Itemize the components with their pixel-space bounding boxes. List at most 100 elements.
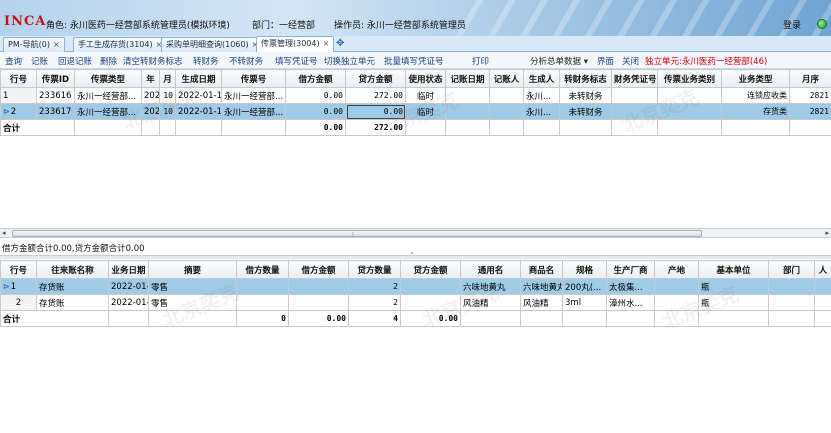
voucher-table: 行号 传票ID 传票类型 年 月 生成日期 传票号 借方金额 贷方金额 使用状态… [0, 69, 831, 136]
col-header[interactable]: 往来账名称 [36, 260, 109, 279]
scroll-left-icon[interactable]: ◂ [2, 229, 6, 237]
close-button[interactable]: 关闭 [622, 55, 639, 67]
generic-name: 六味地黄丸 [460, 278, 521, 295]
spec: 3ml [562, 294, 607, 311]
col-header[interactable]: 传票类型 [74, 69, 142, 88]
tab-purchase-detail[interactable]: 采购单明细查询(1060) × [161, 37, 264, 52]
credit-amount[interactable]: 0.00 [345, 103, 406, 120]
close-icon[interactable]: × [53, 40, 60, 49]
power-icon[interactable] [817, 19, 827, 29]
col-header[interactable]: 贷方金额 [345, 69, 406, 88]
tab-label: 采购单明细查询(1060) [166, 40, 249, 49]
splitter-grip-icon: ˄ [410, 252, 414, 260]
col-header[interactable]: 业务类型 [721, 69, 790, 88]
row-number: 1 [10, 281, 17, 292]
col-header[interactable]: 贷方数量 [348, 260, 401, 279]
spec: 200丸(... [562, 278, 607, 295]
col-header[interactable]: 部门 [768, 260, 815, 279]
total-debit-amount: 0.00 [288, 310, 349, 327]
col-header[interactable]: 使用状态 [405, 69, 446, 88]
post-button[interactable]: 记账 [31, 55, 48, 67]
delete-button[interactable]: 删除 [100, 55, 117, 67]
col-header[interactable]: 记账人 [489, 69, 524, 88]
col-header[interactable]: 月序 [789, 69, 831, 88]
col-header[interactable]: 生成人 [523, 69, 560, 88]
analysis-dropdown[interactable]: 分析总单数据 ▾ [530, 55, 588, 67]
totals-summary: 借方金额合计0.00,贷方金额合计0.00 [2, 244, 145, 254]
col-header[interactable]: 商品名 [520, 260, 563, 279]
revert-post-button[interactable]: 回退记账 [58, 55, 92, 67]
table-row[interactable]: 1 233616 永川一经营部... 2021 10 2022-01-11 永川… [0, 87, 831, 104]
use-status: 临时 [405, 103, 446, 120]
col-header[interactable]: 借方金额 [288, 260, 349, 279]
poster [489, 103, 524, 120]
gen-date: 2022-01-11 [175, 87, 222, 104]
to-finance-button[interactable]: 转财务 [193, 55, 219, 67]
voucher-type: 永川一经营部... [74, 87, 142, 104]
tab-manual-inventory[interactable]: 手工生成存货(3104) × [73, 37, 168, 52]
business-type: 连锁应收类 [721, 87, 790, 104]
login-link[interactable]: 登录 [783, 18, 801, 31]
col-header[interactable]: 业务日期 [108, 260, 149, 279]
debit-qty [236, 278, 289, 295]
query-button[interactable]: 查询 [5, 55, 22, 67]
voucher-category [657, 103, 722, 120]
month: 10 [159, 87, 176, 104]
table-row[interactable]: 2 存货账 2022-01-10 零售 2 风油精 风油精 3ml 漳州水...… [0, 294, 831, 311]
col-header[interactable]: 人 [814, 260, 831, 279]
col-header[interactable]: 通用名 [460, 260, 521, 279]
col-header[interactable]: 传票业务类别 [657, 69, 722, 88]
add-tab-icon[interactable]: ✥ [336, 38, 344, 49]
col-header[interactable]: 行号 [0, 260, 37, 279]
col-header[interactable]: 基本单位 [698, 260, 769, 279]
col-header[interactable]: 规格 [562, 260, 607, 279]
col-header[interactable]: 年 [141, 69, 160, 88]
col-header[interactable]: 财务凭证号 [611, 69, 658, 88]
col-header[interactable]: 转财务标志 [559, 69, 612, 88]
fill-voucher-no-button[interactable]: 填写凭证号 [275, 55, 318, 67]
col-header[interactable]: 借方金额 [285, 69, 346, 88]
clear-finance-flag-button[interactable]: 清空转财务标志 [123, 55, 183, 67]
close-icon[interactable]: × [323, 39, 330, 48]
product-name: 六味地黄丸 [520, 278, 563, 295]
independent-unit-label: 独立单元:永川医药一经营部(46) [645, 57, 768, 67]
origin [654, 278, 699, 295]
finance-flag: 未转财务 [559, 87, 612, 104]
panel-splitter[interactable]: ˄ [0, 252, 831, 260]
tab-pm-nav[interactable]: PM-导航(0) × [3, 37, 65, 52]
col-header[interactable]: 借方数量 [236, 260, 289, 279]
table-row-selected[interactable]: ⊳2 233617 永川一经营部... 2021 10 2022-01-11 永… [0, 103, 831, 120]
chevron-down-icon: ▾ [583, 57, 588, 67]
origin [654, 294, 699, 311]
col-header[interactable]: 传票号 [221, 69, 286, 88]
not-to-finance-button[interactable]: 不转财务 [229, 55, 263, 67]
table-row-selected[interactable]: ⊳1 存货账 2022-01-10 零售 2 六味地黄丸 六味地黄丸 200丸(… [0, 278, 831, 295]
voucher-category [657, 87, 722, 104]
col-header[interactable]: 生成日期 [175, 69, 222, 88]
switch-unit-button[interactable]: 切换独立单元 [324, 55, 375, 67]
scroll-right-icon[interactable]: ▸ [825, 229, 829, 237]
col-header[interactable]: 摘要 [148, 260, 237, 279]
finance-voucher-no [611, 87, 658, 104]
voucher-id: 233617 [36, 103, 75, 120]
col-header[interactable]: 传票ID [36, 69, 75, 88]
total-row: 合计 0 0.00 4 0.00 [0, 310, 831, 327]
col-header[interactable]: 贷方金额 [400, 260, 461, 279]
post-date [445, 87, 490, 104]
print-button[interactable]: 打印 [472, 55, 489, 67]
col-header[interactable]: 行号 [0, 69, 37, 88]
row-number: 2 [0, 294, 37, 311]
tab-voucher-management[interactable]: 传票管理(3004) × [256, 36, 335, 52]
batch-fill-voucher-button[interactable]: 批量填写凭证号 [384, 55, 444, 67]
col-header[interactable]: 月 [159, 69, 176, 88]
department [768, 278, 815, 295]
col-header[interactable]: 生产厂商 [606, 260, 655, 279]
interface-button[interactable]: 界面 [597, 55, 614, 67]
col-header[interactable]: 产地 [654, 260, 699, 279]
scroll-thumb[interactable] [12, 230, 702, 237]
toolbar: 查询 记账 回退记账 删除 清空转财务标志 转财务 不转财务 填写凭证号 切换独… [0, 52, 831, 69]
horizontal-scrollbar[interactable]: ◂ ⋮ ▸ [0, 228, 831, 238]
app-logo: INCA [4, 14, 47, 29]
col-header[interactable]: 记账日期 [445, 69, 490, 88]
row-number: 2 [10, 106, 17, 117]
